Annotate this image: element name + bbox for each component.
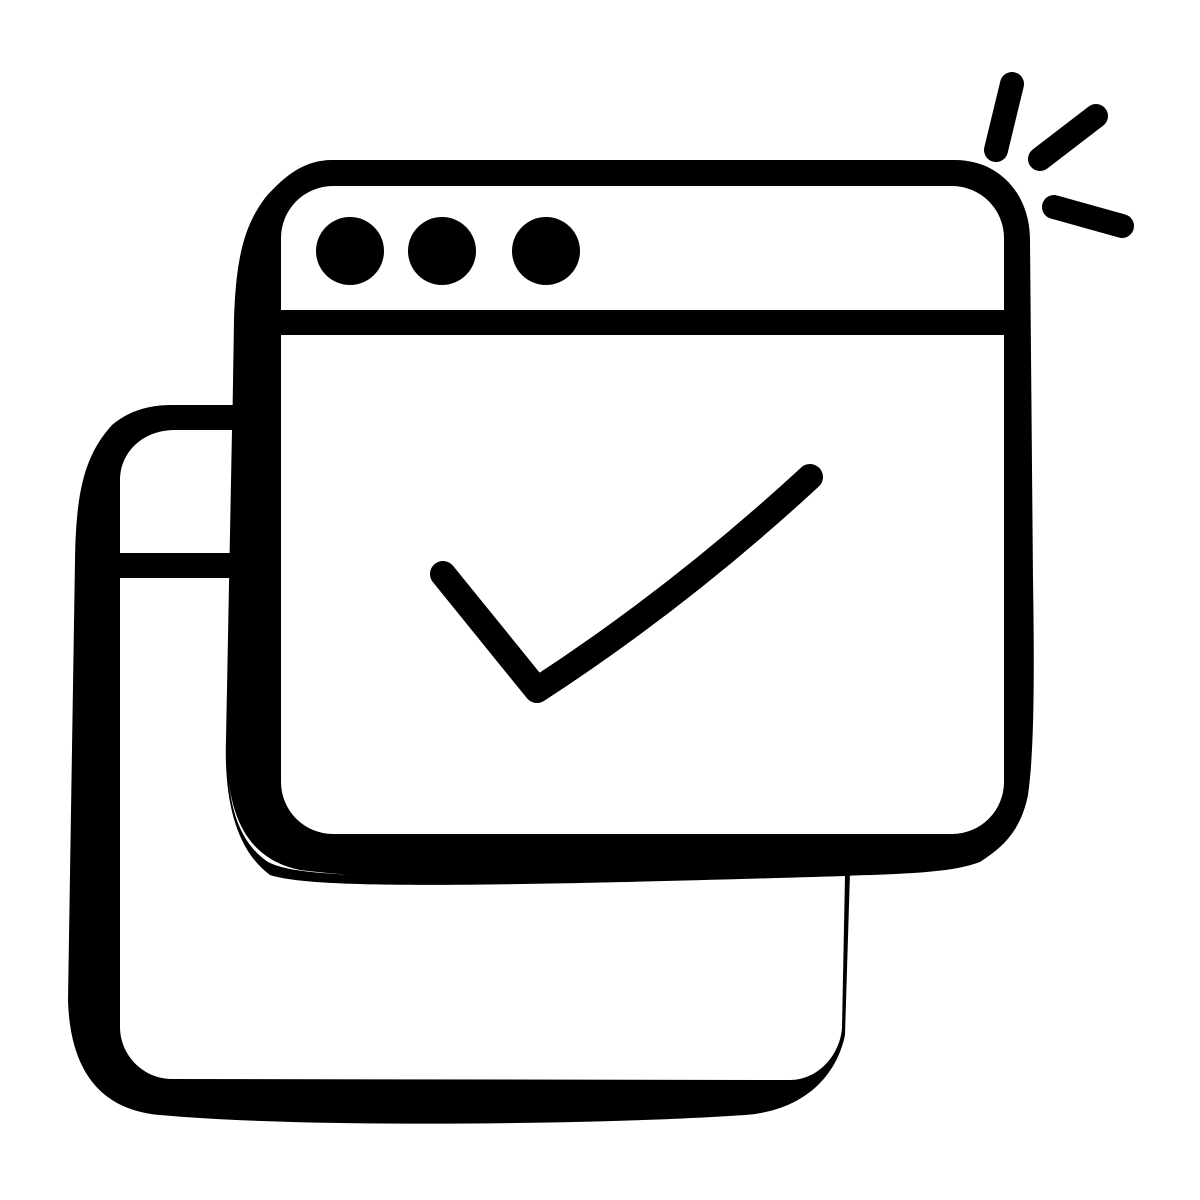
sparkle-line-icon-3 xyxy=(1042,195,1134,238)
sparkle-line-icon-2 xyxy=(1028,104,1108,171)
window-dot-icon-3 xyxy=(512,217,580,285)
icon-canvas xyxy=(0,0,1200,1200)
browser-windows-check-icon xyxy=(68,72,1134,1124)
front-window-header-divider xyxy=(281,310,1004,335)
window-dot-icon-2 xyxy=(408,217,476,285)
window-dot-icon-1 xyxy=(316,217,384,285)
back-window-header-divider xyxy=(120,553,232,578)
front-window xyxy=(281,186,1004,834)
sparkle-line-icon-1 xyxy=(984,72,1024,162)
